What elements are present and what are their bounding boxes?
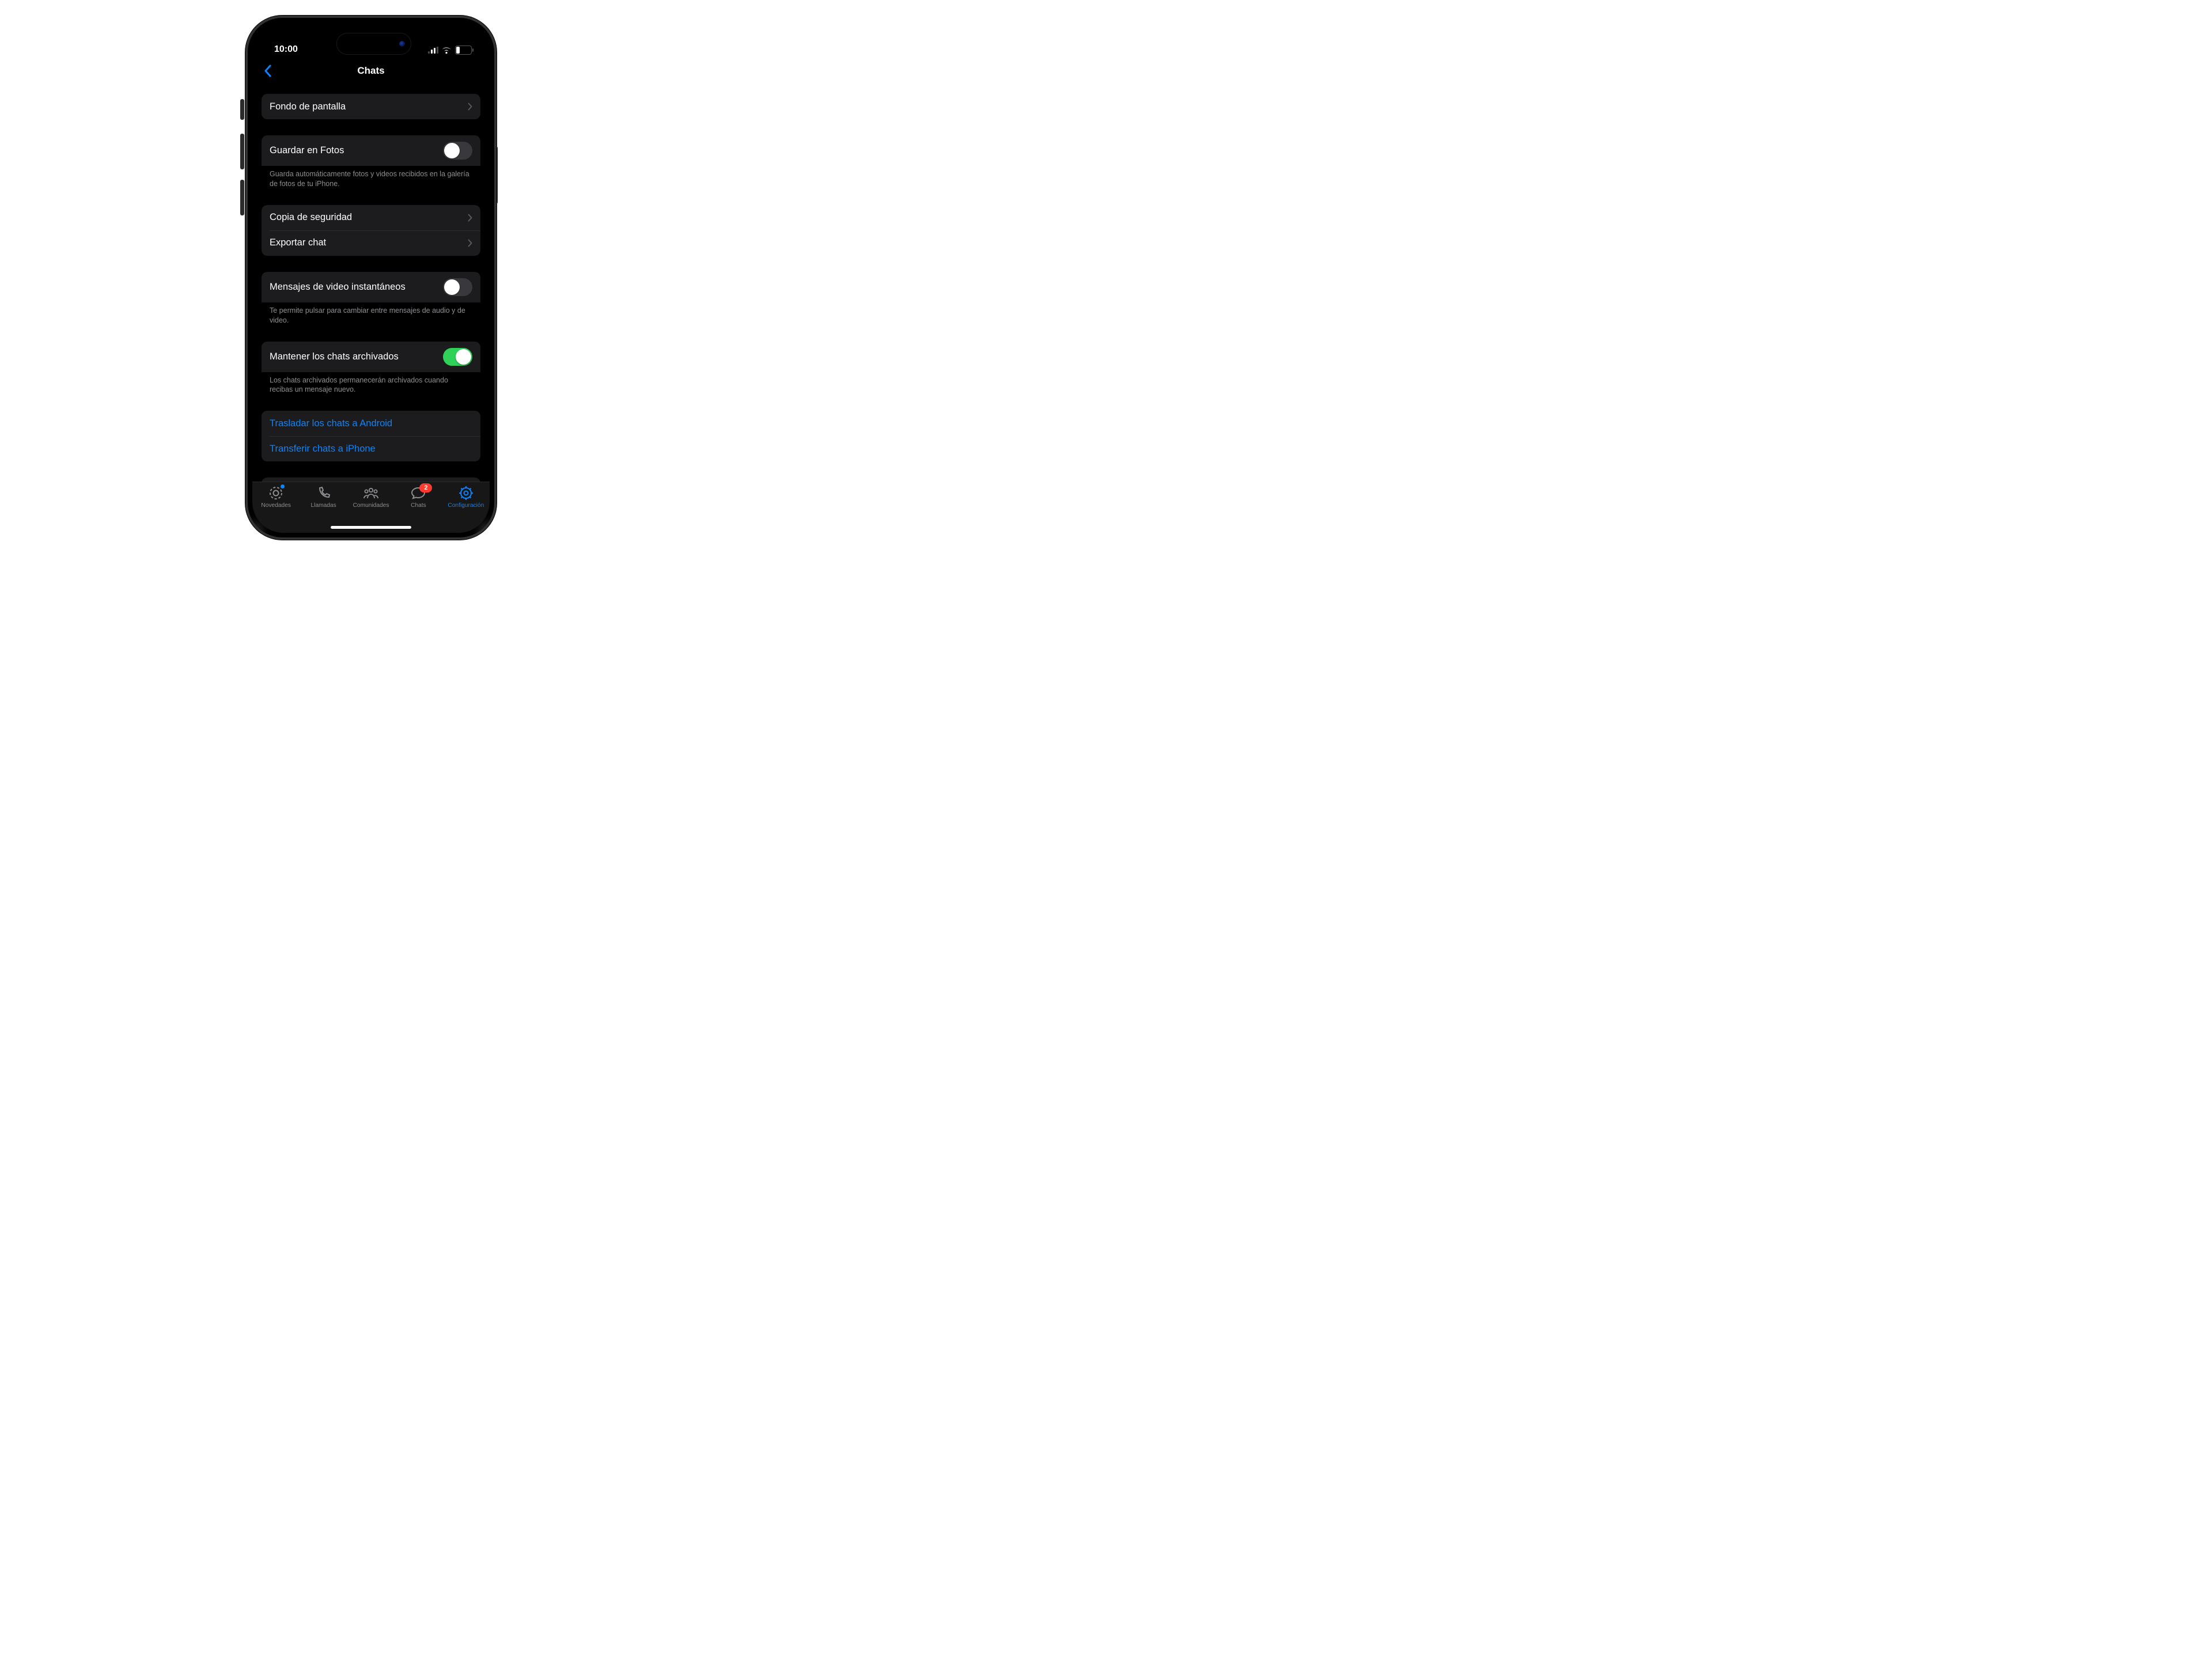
front-camera-icon — [399, 41, 405, 47]
instant-video-label: Mensajes de video instantáneos — [270, 282, 443, 293]
group-wallpaper: Fondo de pantalla — [262, 94, 480, 119]
group-keep-archived: Mantener los chats archivados Los chats … — [262, 342, 480, 395]
phone-volume-down — [240, 180, 244, 215]
tab-bar: Novedades Llamadas Comunidades — [252, 482, 490, 533]
wifi-icon — [441, 47, 452, 54]
chevron-right-icon — [468, 103, 472, 111]
save-photos-toggle[interactable] — [443, 142, 472, 160]
page-title: Chats — [252, 65, 490, 77]
group-save-photos: Guardar en Fotos Guarda automáticamente … — [262, 135, 480, 189]
instant-video-footer: Te permite pulsar para cambiar entre men… — [262, 302, 480, 325]
chats-badge: 2 — [419, 483, 432, 493]
tab-updates[interactable]: Novedades — [252, 486, 300, 533]
battery-percent: 24 — [460, 47, 467, 54]
tab-calls-label: Llamadas — [311, 502, 336, 509]
export-chat-label: Exportar chat — [270, 237, 468, 248]
export-chat-row[interactable]: Exportar chat — [262, 230, 480, 256]
dynamic-island — [336, 33, 411, 55]
tab-communities-label: Comunidades — [353, 502, 389, 509]
keep-archived-toggle[interactable] — [443, 348, 472, 366]
updates-dot-indicator — [281, 484, 285, 488]
status-bar: 10:00 24 — [252, 22, 490, 58]
move-iphone-row[interactable]: Transferir chats a iPhone — [262, 436, 480, 461]
save-photos-row[interactable]: Guardar en Fotos — [262, 135, 480, 166]
move-android-row[interactable]: Trasladar los chats a Android — [262, 411, 480, 436]
instant-video-row[interactable]: Mensajes de video instantáneos — [262, 272, 480, 302]
group-archive-clear: Archivar todos los chats Vaciar todos lo… — [262, 478, 480, 482]
backup-row[interactable]: Copia de seguridad — [262, 205, 480, 230]
move-android-label: Trasladar los chats a Android — [270, 418, 472, 429]
cellular-signal-icon — [428, 47, 438, 54]
keep-archived-label: Mantener los chats archivados — [270, 351, 443, 362]
group-transfer: Trasladar los chats a Android Transferir… — [262, 411, 480, 461]
status-time: 10:00 — [274, 44, 298, 54]
settings-content[interactable]: Fondo de pantalla Guardar en Fotos Guard… — [252, 84, 490, 482]
nav-header: Chats — [252, 58, 490, 84]
instant-video-toggle[interactable] — [443, 278, 472, 296]
keep-archived-row[interactable]: Mantener los chats archivados — [262, 342, 480, 372]
group-instant-video: Mensajes de video instantáneos Te permit… — [262, 272, 480, 325]
group-backup-export: Copia de seguridad Exportar chat — [262, 205, 480, 256]
gear-icon — [459, 486, 474, 501]
chevron-right-icon — [468, 239, 472, 247]
keep-archived-footer: Los chats archivados permanecerán archiv… — [262, 372, 480, 395]
move-iphone-label: Transferir chats a iPhone — [270, 444, 472, 454]
tab-chats-label: Chats — [411, 502, 426, 509]
home-indicator[interactable] — [331, 526, 411, 529]
phone-mute-switch — [240, 99, 244, 120]
save-photos-footer: Guarda automáticamente fotos y videos re… — [262, 166, 480, 189]
tab-updates-label: Novedades — [261, 502, 291, 509]
backup-label: Copia de seguridad — [270, 212, 468, 223]
phone-icon — [317, 486, 331, 500]
tab-settings[interactable]: Configuración — [442, 486, 490, 533]
wallpaper-row[interactable]: Fondo de pantalla — [262, 94, 480, 119]
iphone-frame: 10:00 24 — [245, 16, 497, 540]
screen: 10:00 24 — [252, 22, 490, 533]
archive-all-row[interactable]: Archivar todos los chats — [262, 478, 480, 482]
phone-volume-up — [240, 134, 244, 169]
save-photos-label: Guardar en Fotos — [270, 145, 443, 156]
battery-indicator: 24 — [455, 46, 474, 55]
tab-settings-label: Configuración — [448, 502, 484, 509]
chevron-right-icon — [468, 214, 472, 222]
wallpaper-label: Fondo de pantalla — [270, 101, 468, 112]
communities-icon — [363, 487, 379, 499]
